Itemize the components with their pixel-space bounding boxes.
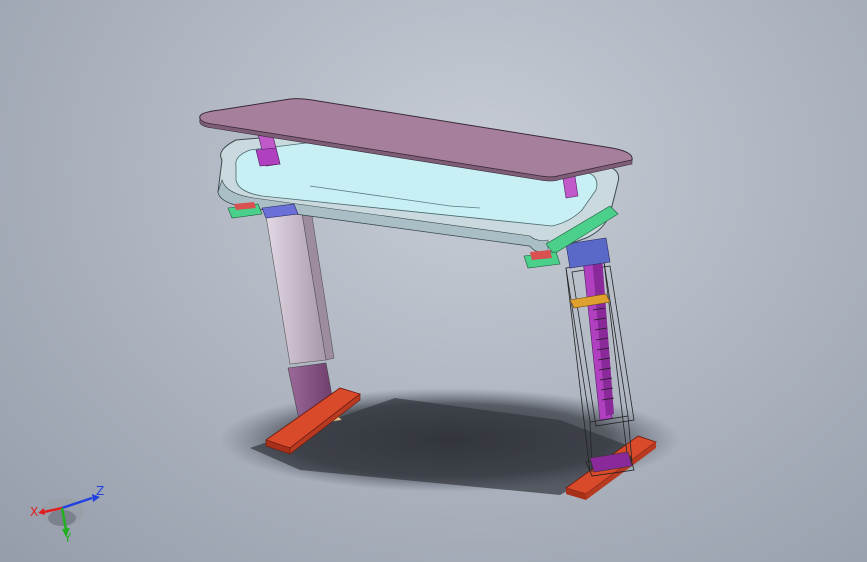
y-axis-label: Y — [63, 531, 72, 542]
z-axis-label: Z — [96, 484, 104, 498]
coordinate-triad[interactable]: Z X Y — [30, 482, 110, 542]
desk-assembly-model[interactable] — [0, 0, 867, 562]
cad-viewport[interactable]: Z X Y — [0, 0, 867, 562]
left-lift-collar — [255, 147, 281, 167]
x-axis-label: X — [30, 505, 38, 519]
